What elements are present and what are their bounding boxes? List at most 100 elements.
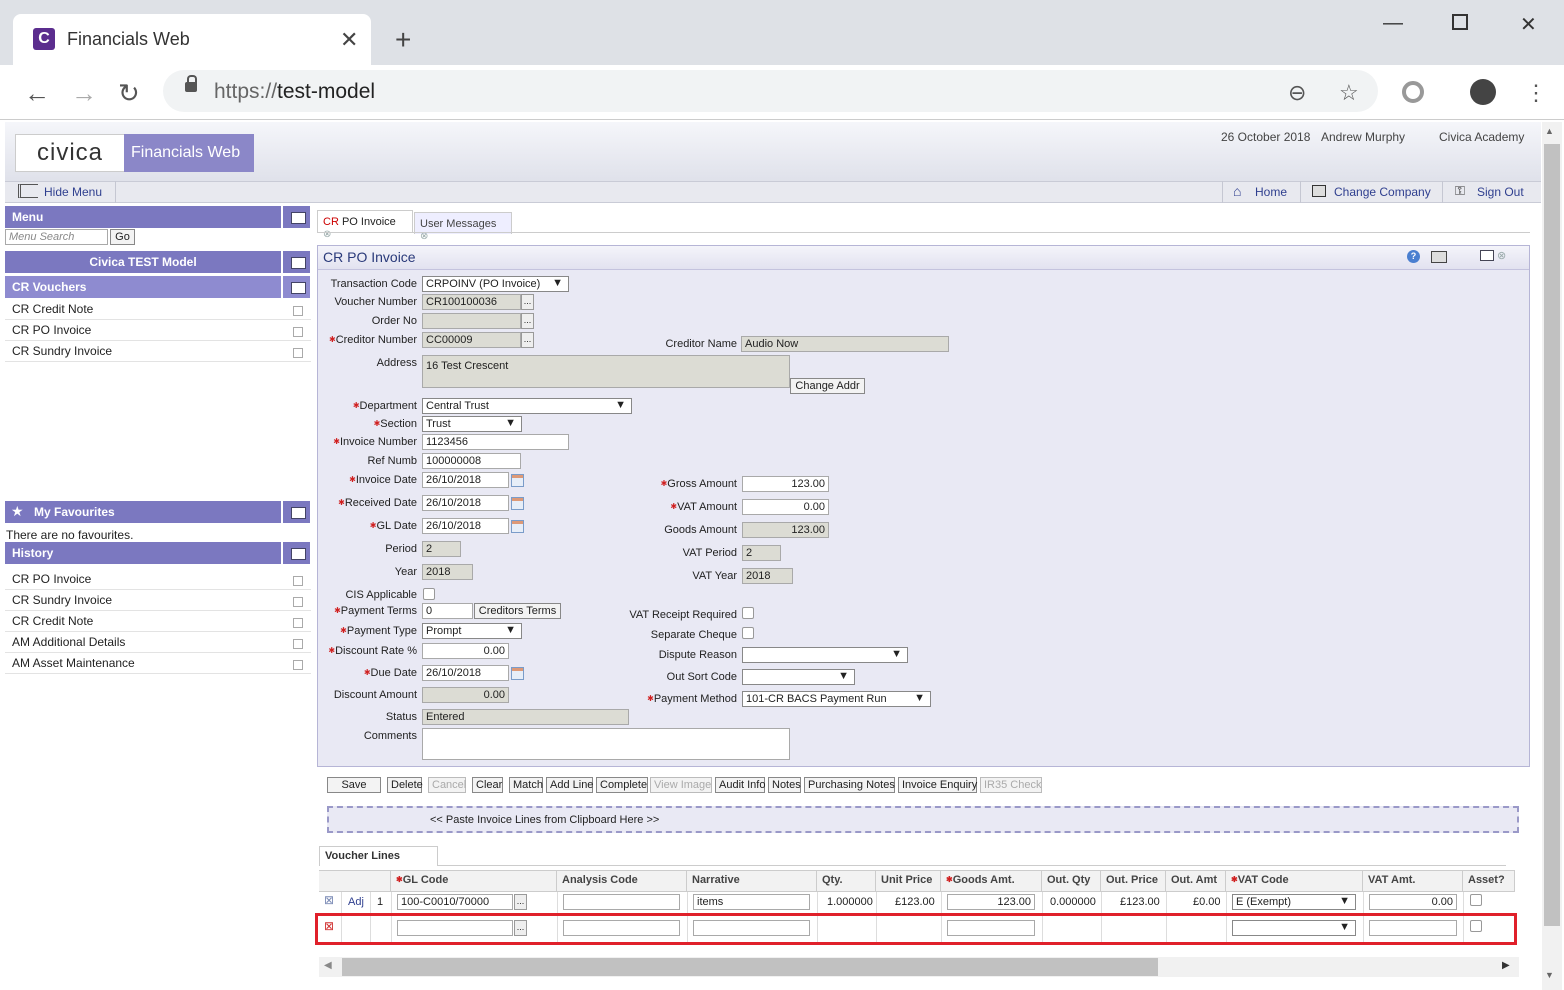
grid-scrollbar-thumb[interactable]	[342, 958, 1158, 976]
view-image-button[interactable]: View Image	[650, 777, 712, 793]
add-line-button[interactable]: Add Line	[546, 777, 593, 793]
calendar-icon[interactable]	[511, 474, 524, 487]
col-narrative[interactable]: Narrative	[687, 871, 817, 891]
payment-type-select[interactable]: Prompt	[422, 623, 522, 639]
reload-icon[interactable]: ↻	[118, 78, 140, 109]
discount-rate-field[interactable]: 0.00	[422, 643, 509, 659]
close-panel-icon[interactable]: ⊗	[1497, 249, 1506, 262]
window-close-icon[interactable]: ✕	[1520, 12, 1537, 37]
menu-search-go-button[interactable]: Go	[110, 229, 135, 245]
purchasing-notes-button[interactable]: Purchasing Notes	[804, 777, 895, 793]
window-icon[interactable]	[1480, 250, 1494, 261]
ref-numb-field[interactable]: 100000008	[422, 453, 521, 469]
creditor-lookup-button[interactable]: ...	[521, 332, 534, 348]
adj-link[interactable]: Adj	[343, 893, 369, 911]
order-no-field[interactable]	[422, 313, 521, 329]
col-gl-code[interactable]: GL Code	[391, 871, 557, 891]
forward-icon[interactable]: →	[71, 78, 97, 109]
col-asset[interactable]: Asset?	[1463, 871, 1515, 891]
col-out-amt[interactable]: Out. Amt	[1166, 871, 1226, 891]
menu-window-icon[interactable]	[281, 206, 310, 228]
vat-receipt-checkbox[interactable]	[742, 607, 754, 619]
address-field[interactable]: 16 Test Crescent	[422, 355, 790, 388]
col-qty[interactable]: Qty.	[817, 871, 876, 891]
tab-voucher-lines[interactable]: Voucher Lines	[319, 846, 438, 866]
history-item[interactable]: CR Credit Note	[5, 611, 311, 632]
analysis-code-input[interactable]	[563, 894, 680, 910]
notes-button[interactable]: Notes	[768, 777, 801, 793]
comments-field[interactable]	[422, 728, 790, 760]
vat-amount-field[interactable]: 0.00	[742, 499, 829, 515]
asset-checkbox[interactable]	[1470, 894, 1482, 906]
zoom-out-icon[interactable]: ⊖	[1288, 80, 1306, 106]
vat-code-select[interactable]: E (Exempt)	[1232, 894, 1356, 910]
gl-date-field[interactable]: 26/10/2018	[422, 518, 509, 534]
more-menu-icon[interactable]: ⋮	[1525, 80, 1547, 106]
clear-button[interactable]: Clear	[472, 777, 503, 793]
gl-code-lookup-button[interactable]: ...	[514, 894, 527, 910]
calendar-icon[interactable]	[511, 520, 524, 533]
col-vat-amt[interactable]: VAT Amt.	[1363, 871, 1463, 891]
history-item[interactable]: CR Sundry Invoice	[5, 590, 311, 611]
maximize-icon[interactable]	[1452, 14, 1468, 30]
scroll-left-icon[interactable]: ◀	[324, 960, 332, 971]
gross-amount-field[interactable]: 123.00	[742, 476, 829, 492]
col-out-qty[interactable]: Out. Qty	[1042, 871, 1101, 891]
extension-icon[interactable]	[1402, 81, 1424, 103]
payment-method-select[interactable]: 101-CR BACS Payment Run	[742, 691, 931, 707]
cancel-button[interactable]: Cancel	[428, 777, 466, 793]
hide-menu-link[interactable]: Hide Menu	[44, 185, 102, 199]
calendar-icon[interactable]	[511, 497, 524, 510]
section-select[interactable]: Trust	[422, 416, 522, 432]
new-tab-icon[interactable]: +	[395, 24, 411, 56]
col-vat-code[interactable]: VAT Code	[1226, 871, 1363, 891]
section-header[interactable]: CR Vouchers	[5, 276, 281, 298]
tab-user-messages[interactable]: User Messages ⊗	[414, 212, 512, 242]
order-lookup-button[interactable]: ...	[521, 313, 534, 329]
invoice-number-field[interactable]: 1123456	[422, 434, 569, 450]
close-tab-icon[interactable]: ⊗	[323, 229, 331, 240]
invoice-enquiry-button[interactable]: Invoice Enquiry	[898, 777, 977, 793]
creditor-number-field[interactable]: CC00009	[422, 332, 521, 348]
department-select[interactable]: Central Trust	[422, 398, 632, 414]
gl-code-input[interactable]: 100-C0010/70000	[397, 894, 513, 910]
bookmark-star-icon[interactable]: ☆	[1339, 80, 1359, 106]
close-tab-icon[interactable]: ✕	[340, 27, 358, 53]
page-scrollbar-thumb[interactable]	[1544, 144, 1560, 926]
back-icon[interactable]: ←	[24, 78, 50, 109]
scroll-right-icon[interactable]: ▶	[1502, 960, 1510, 971]
goods-amt-input[interactable]: 123.00	[947, 894, 1035, 910]
separate-cheque-checkbox[interactable]	[742, 627, 754, 639]
url-text[interactable]: https://test-model	[214, 80, 375, 104]
dispute-reason-select[interactable]	[742, 647, 908, 663]
change-company-link[interactable]: Change Company	[1334, 185, 1431, 199]
col-goods-amt[interactable]: Goods Amt.	[941, 871, 1042, 891]
history-item[interactable]: CR PO Invoice	[5, 569, 311, 590]
profile-icon[interactable]	[1470, 79, 1496, 105]
col-out-price[interactable]: Out. Price	[1101, 871, 1166, 891]
out-sort-code-select[interactable]	[742, 669, 855, 685]
transaction-code-select[interactable]: CRPOINV (PO Invoice)	[422, 276, 569, 292]
sidebar-item-cr-credit-note[interactable]: CR Credit Note	[5, 299, 311, 320]
sidebar-item-cr-sundry-invoice[interactable]: CR Sundry Invoice	[5, 341, 311, 362]
audit-info-button[interactable]: Audit Info	[715, 777, 765, 793]
creditors-terms-button[interactable]: Creditors Terms	[474, 603, 561, 619]
delete-line-icon[interactable]: ⊠	[324, 893, 334, 907]
due-date-field[interactable]: 26/10/2018	[422, 665, 509, 681]
scroll-up-icon[interactable]: ▲	[1545, 126, 1554, 136]
history-item[interactable]: AM Asset Maintenance	[5, 653, 311, 674]
col-unit-price[interactable]: Unit Price	[876, 871, 941, 891]
voucher-lookup-button[interactable]: ...	[521, 294, 534, 310]
save-button[interactable]: Save	[327, 777, 381, 793]
match-button[interactable]: Match	[509, 777, 543, 793]
sidebar-item-cr-po-invoice[interactable]: CR PO Invoice	[5, 320, 311, 341]
menu-search-input[interactable]: Menu Search	[5, 229, 108, 245]
print-icon[interactable]	[1431, 251, 1447, 263]
tab-cr-po-invoice[interactable]: CR PO Invoice ⊗	[317, 210, 413, 240]
change-addr-button[interactable]: Change Addr	[790, 378, 865, 394]
ir35-check-button[interactable]: IR35 Check	[980, 777, 1042, 793]
received-date-field[interactable]: 26/10/2018	[422, 495, 509, 511]
voucher-number-field[interactable]: CR100100036	[422, 294, 521, 310]
cis-applicable-checkbox[interactable]	[423, 588, 435, 600]
col-analysis-code[interactable]: Analysis Code	[557, 871, 687, 891]
